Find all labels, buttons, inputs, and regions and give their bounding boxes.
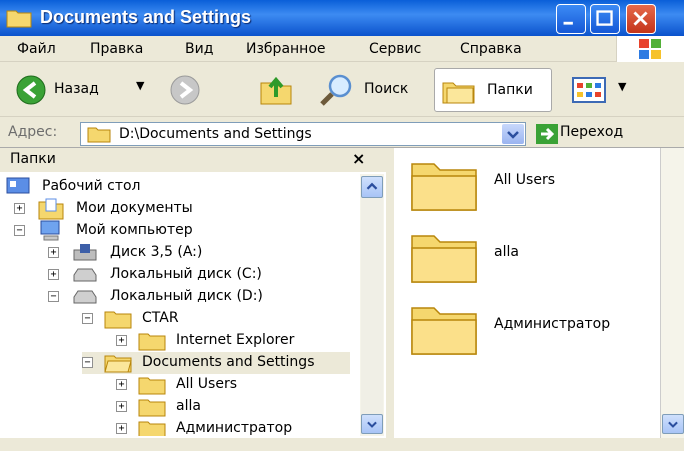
window-title: Documents and Settings <box>40 7 252 27</box>
folders-pane: Папки × Рабочий стол + Мои документы − М… <box>0 148 390 438</box>
folder-icon <box>87 127 111 143</box>
address-input[interactable]: D:\Documents and Settings <box>80 122 526 146</box>
folders-pane-header: Папки × <box>0 148 386 172</box>
menu-help[interactable]: Справка <box>460 41 522 57</box>
menu-edit[interactable]: Правка <box>90 41 143 57</box>
chevron-down-icon <box>367 421 377 428</box>
file-list-scrollbar[interactable] <box>660 148 684 438</box>
large-folder-icon <box>411 307 477 355</box>
folders-pane-title: Папки <box>10 151 56 167</box>
menu-file[interactable]: Файл <box>17 41 56 57</box>
folders-pane-close-icon[interactable]: × <box>352 149 365 168</box>
back-button[interactable]: Назад <box>54 81 99 97</box>
folder-icon <box>138 399 166 417</box>
folders-icon <box>442 82 475 104</box>
collapse-icon[interactable]: − <box>82 357 93 368</box>
expand-icon[interactable]: + <box>14 203 25 214</box>
address-dropdown-button[interactable] <box>502 124 524 144</box>
folders-button[interactable]: Папки <box>434 68 552 112</box>
tree-item-documents-and-settings[interactable]: − Documents and Settings <box>82 352 350 374</box>
expand-icon[interactable]: + <box>48 247 59 258</box>
close-icon <box>633 11 648 26</box>
explorer-window: Documents and Settings Файл Правка Вид И… <box>0 0 684 451</box>
folder-open-icon <box>104 355 132 373</box>
file-item-alla[interactable]: alla <box>410 226 660 286</box>
file-list: All Users alla Администратор <box>394 148 660 438</box>
search-button[interactable]: Поиск <box>364 81 408 97</box>
back-icon[interactable] <box>16 75 46 105</box>
chevron-down-icon <box>668 421 678 428</box>
computer-icon <box>40 220 60 241</box>
views-dropdown-icon[interactable]: ▼ <box>618 80 626 93</box>
menu-bar: Файл Правка Вид Избранное Сервис Справка <box>0 36 684 62</box>
large-folder-icon <box>411 163 477 211</box>
scroll-down-button[interactable] <box>361 414 383 434</box>
address-label: Адрес: <box>8 124 58 140</box>
back-dropdown-icon[interactable]: ▼ <box>136 79 144 92</box>
up-folder-icon[interactable] <box>258 73 294 107</box>
expand-icon[interactable]: + <box>116 379 127 390</box>
scroll-down-button[interactable] <box>662 414 684 434</box>
folder-tree: Рабочий стол + Мои документы − Мой компь… <box>0 174 360 436</box>
maximize-button[interactable] <box>590 4 620 34</box>
chevron-down-icon <box>507 131 519 139</box>
address-bar: Адрес: D:\Documents and Settings Переход <box>0 118 684 148</box>
documents-folder-icon <box>38 198 64 220</box>
collapse-icon[interactable]: − <box>82 313 93 324</box>
toolbar: Назад ▼ Поиск Папки ▼ <box>0 63 684 117</box>
folder-icon <box>138 421 166 436</box>
go-button[interactable]: Переход <box>560 124 623 140</box>
windows-logo <box>616 36 684 62</box>
hard-drive-icon <box>73 268 97 282</box>
folder-icon <box>138 333 166 351</box>
chevron-up-icon <box>366 182 378 190</box>
hard-drive-icon <box>73 290 97 304</box>
expand-icon[interactable]: + <box>116 401 127 412</box>
folders-button-label: Папки <box>487 82 533 98</box>
scroll-up-button[interactable] <box>361 176 383 198</box>
title-bar[interactable]: Documents and Settings <box>0 0 684 36</box>
forward-icon[interactable] <box>170 75 200 105</box>
status-bar <box>0 438 684 451</box>
folder-icon <box>6 10 32 28</box>
large-folder-icon <box>411 235 477 283</box>
address-value: D:\Documents and Settings <box>119 126 312 142</box>
go-arrow-icon[interactable] <box>536 124 558 144</box>
file-item-administrator[interactable]: Администратор <box>410 298 660 358</box>
menu-tools[interactable]: Сервис <box>369 41 421 57</box>
collapse-icon[interactable]: − <box>48 291 59 302</box>
file-item-all-users[interactable]: All Users <box>410 154 660 214</box>
floppy-drive-icon <box>73 244 97 261</box>
scroll-track[interactable] <box>361 198 383 434</box>
search-icon[interactable] <box>318 73 358 107</box>
folder-icon <box>138 377 166 395</box>
menu-view[interactable]: Вид <box>185 41 213 57</box>
minimize-button[interactable] <box>556 4 586 34</box>
close-button[interactable] <box>626 4 656 34</box>
expand-icon[interactable]: + <box>116 335 127 346</box>
views-icon[interactable] <box>572 77 606 103</box>
expand-icon[interactable]: + <box>48 269 59 280</box>
collapse-icon[interactable]: − <box>14 225 25 236</box>
menu-favorites[interactable]: Избранное <box>246 41 326 57</box>
expand-icon[interactable]: + <box>116 423 127 434</box>
desktop-icon <box>6 177 30 194</box>
folder-icon <box>104 311 132 329</box>
folder-tree-scrollbar[interactable] <box>360 174 384 436</box>
